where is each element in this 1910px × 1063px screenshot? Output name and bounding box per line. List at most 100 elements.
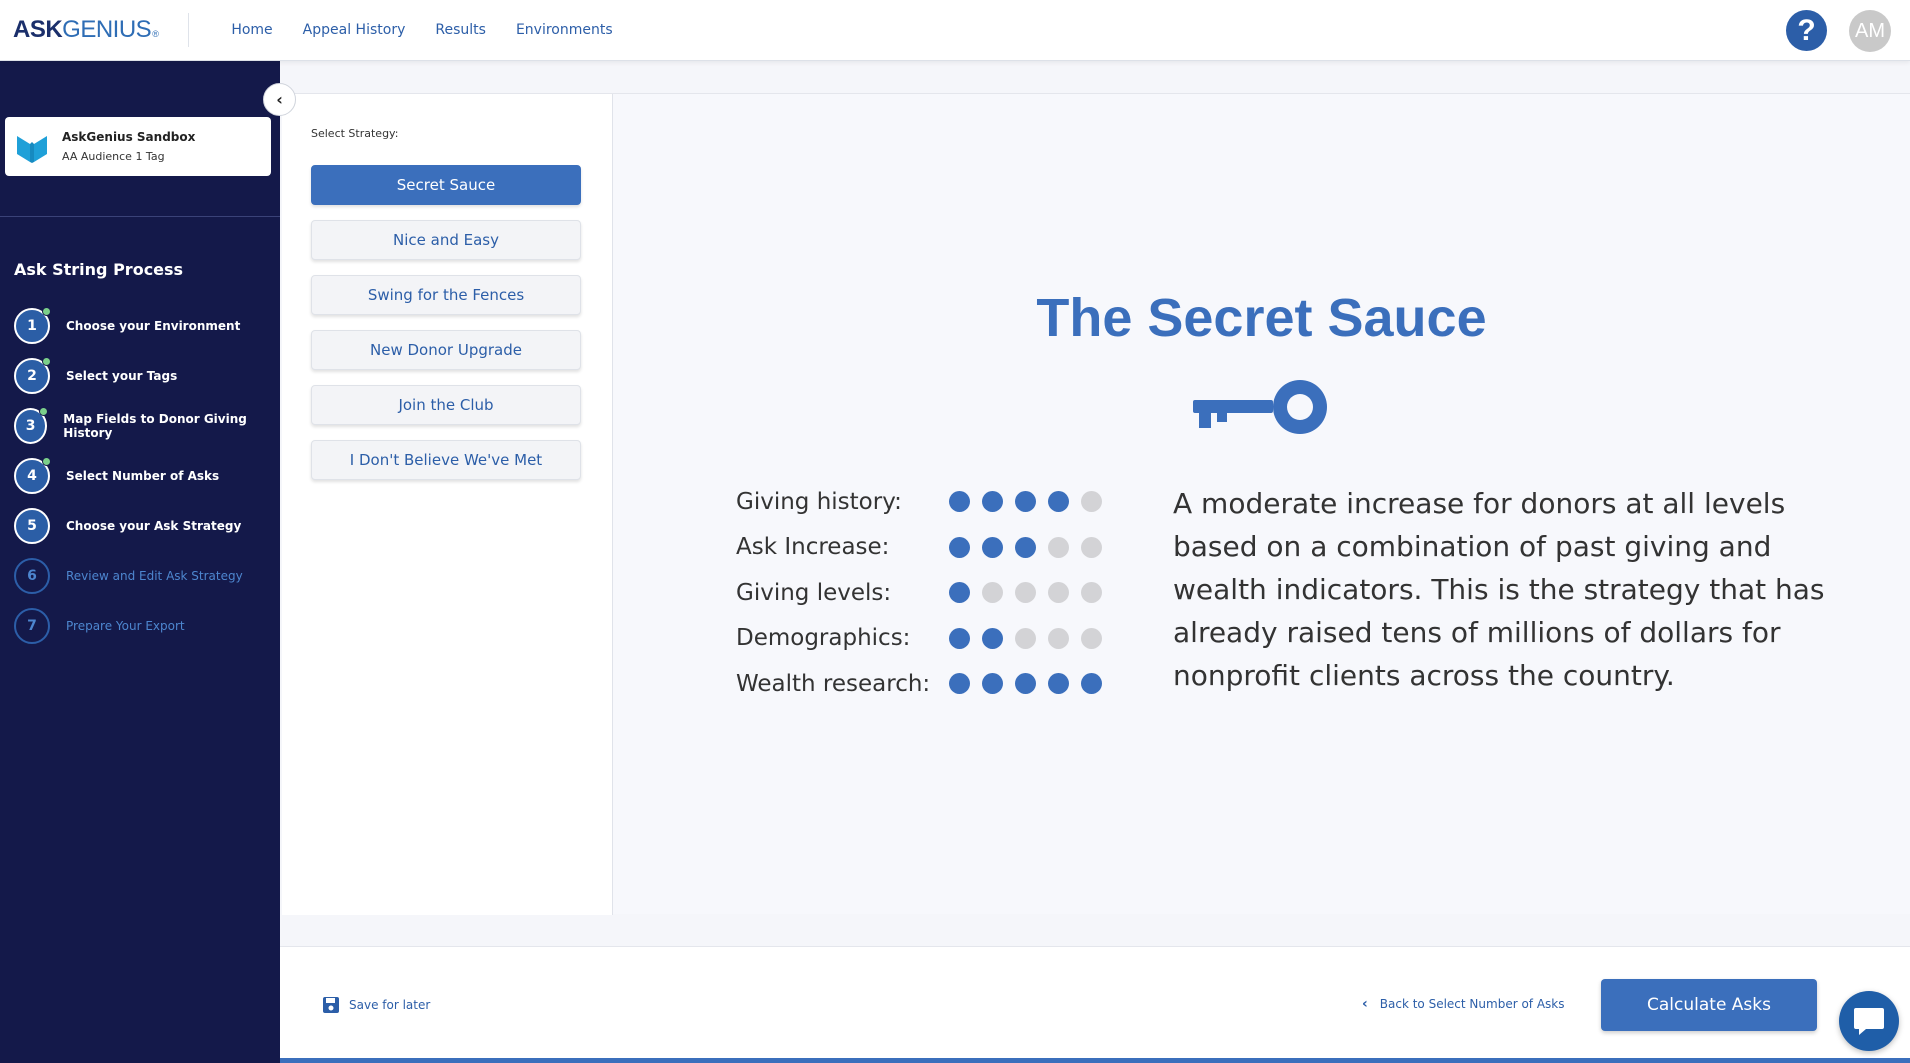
step-label: Map Fields to Donor Giving History [63,412,247,440]
footer-actions: Save for later ‹ Back to Select Number o… [280,946,1910,1058]
metric-demographics: Demographics: [736,616,1102,662]
strategy-metrics: Giving history: Ask Increase: Giving lev… [736,479,1102,707]
rating-dot-filled [949,536,970,558]
strategy-detail: The Secret Sauce Giving history: Ask Inc… [613,94,1910,915]
strategy-dont-believe-weve-met-button[interactable]: I Don't Believe We've Met [311,440,581,480]
rating-dot-filled [949,673,970,695]
rating-dot-filled [1015,536,1036,558]
main-panel: Select Strategy: Secret Sauce Nice and E… [282,93,1910,915]
rating-dot-empty [1015,582,1036,604]
rating-dots [949,627,1102,649]
metric-label: Giving history: [736,488,902,515]
complete-indicator-icon [42,307,51,316]
complete-indicator-icon [39,407,49,416]
save-for-later-link[interactable]: Save for later [322,996,430,1014]
header-divider [188,13,190,47]
step-number: 3 [14,407,49,444]
step-label: Review and Edit Ask Strategy [66,569,243,583]
chat-button[interactable] [1839,991,1899,1051]
environment-tag: AA Audience 1 Tag [62,150,165,163]
rating-dot-filled [1081,673,1102,695]
metric-giving-levels: Giving levels: [736,570,1102,616]
calculate-asks-button[interactable]: Calculate Asks [1601,979,1817,1031]
rating-dots [949,491,1102,513]
step-number: 2 [14,357,51,394]
rating-dot-filled [982,491,1003,513]
rating-dot-empty [1081,627,1102,649]
rating-dots [949,673,1102,695]
nav-results[interactable]: Results [435,22,486,38]
rating-dots [949,582,1102,604]
avatar[interactable]: AM [1849,10,1891,52]
metric-wealth-research: Wealth research: [736,661,1102,707]
rating-dot-empty [1081,491,1102,513]
step-review-edit-strategy[interactable]: 6 Review and Edit Ask Strategy [14,551,280,601]
strategy-secret-sauce-button[interactable]: Secret Sauce [311,165,581,205]
process-title: Ask String Process [14,260,184,279]
rating-dot-empty [1048,536,1069,558]
chevron-left-icon: ‹ [276,90,283,109]
environment-name: AskGenius Sandbox [62,130,196,144]
step-label: Prepare Your Export [66,619,185,633]
step-select-tags[interactable]: 2 Select your Tags [14,351,280,401]
rating-dot-filled [949,627,970,649]
step-map-fields[interactable]: 3 Map Fields to Donor Giving History [14,401,280,451]
step-number: 5 [14,508,50,544]
metric-ask-increase: Ask Increase: [736,525,1102,571]
back-link[interactable]: ‹ Back to Select Number of Asks [1362,996,1565,1012]
collapse-sidebar-button[interactable]: ‹ [263,83,296,116]
complete-indicator-icon [42,457,51,466]
metric-label: Giving levels: [736,579,892,606]
step-label: Select Number of Asks [66,469,220,483]
metric-label: Demographics: [736,625,911,652]
rating-dot-filled [1048,673,1069,695]
footer-accent-bar [280,1058,1910,1063]
help-icon[interactable]: ? [1786,10,1827,51]
nav-appeal-history[interactable]: Appeal History [303,22,406,38]
strategy-join-the-club-button[interactable]: Join the Club [311,385,581,425]
key-icon [1193,380,1327,434]
complete-indicator-icon [42,357,51,366]
top-nav: Home Appeal History Results Environments [231,22,612,38]
save-icon [323,997,339,1013]
process-steps: 1 Choose your Environment 2 Select your … [14,301,280,651]
metric-label: Wealth research: [736,670,931,697]
rating-dot-empty [1081,582,1102,604]
nav-home[interactable]: Home [231,22,272,38]
environment-card[interactable]: AskGenius Sandbox AA Audience 1 Tag [5,117,271,176]
step-label: Choose your Ask Strategy [66,519,242,533]
top-header: ASK GENIUS ® Home Appeal History Results E… [0,0,1910,61]
rating-dot-filled [1048,491,1069,513]
step-prepare-export[interactable]: 7 Prepare Your Export [14,601,280,651]
metric-label: Ask Increase: [736,534,890,561]
strategy-list: Select Strategy: Secret Sauce Nice and E… [282,94,613,915]
rating-dot-empty [1015,627,1036,649]
environment-logo-icon [17,135,47,163]
step-label: Choose your Environment [66,319,241,333]
strategy-description: A moderate increase for donors at all le… [1173,487,1825,692]
back-label: Back to Select Number of Asks [1379,997,1565,1011]
step-number: 1 [14,307,51,344]
step-label: Select your Tags [66,369,178,383]
askgenius-logo[interactable]: ASK GENIUS ® [13,16,159,44]
step-select-number-of-asks[interactable]: 4 Select Number of Asks [14,451,280,501]
rating-dot-filled [982,673,1003,695]
strategy-swing-for-fences-button[interactable]: Swing for the Fences [311,275,581,315]
step-number: 4 [14,457,51,494]
rating-dot-empty [1081,536,1102,558]
step-number: 6 [14,558,50,594]
sidebar: AskGenius Sandbox AA Audience 1 Tag Ask … [0,61,280,1063]
select-strategy-label: Select Strategy: [311,127,399,140]
step-choose-environment[interactable]: 1 Choose your Environment [14,301,280,351]
save-for-later-label: Save for later [349,998,431,1012]
chat-bubble-icon [1854,1008,1884,1035]
strategy-new-donor-upgrade-button[interactable]: New Donor Upgrade [311,330,581,370]
chevron-left-icon: ‹ [1362,996,1368,1012]
rating-dot-empty [982,582,1003,604]
rating-dot-filled [949,491,970,513]
nav-environments[interactable]: Environments [516,22,613,38]
rating-dot-filled [949,582,970,604]
strategy-nice-and-easy-button[interactable]: Nice and Easy [311,220,581,260]
step-choose-ask-strategy[interactable]: 5 Choose your Ask Strategy [14,501,280,551]
strategy-title: The Secret Sauce [1036,288,1487,348]
